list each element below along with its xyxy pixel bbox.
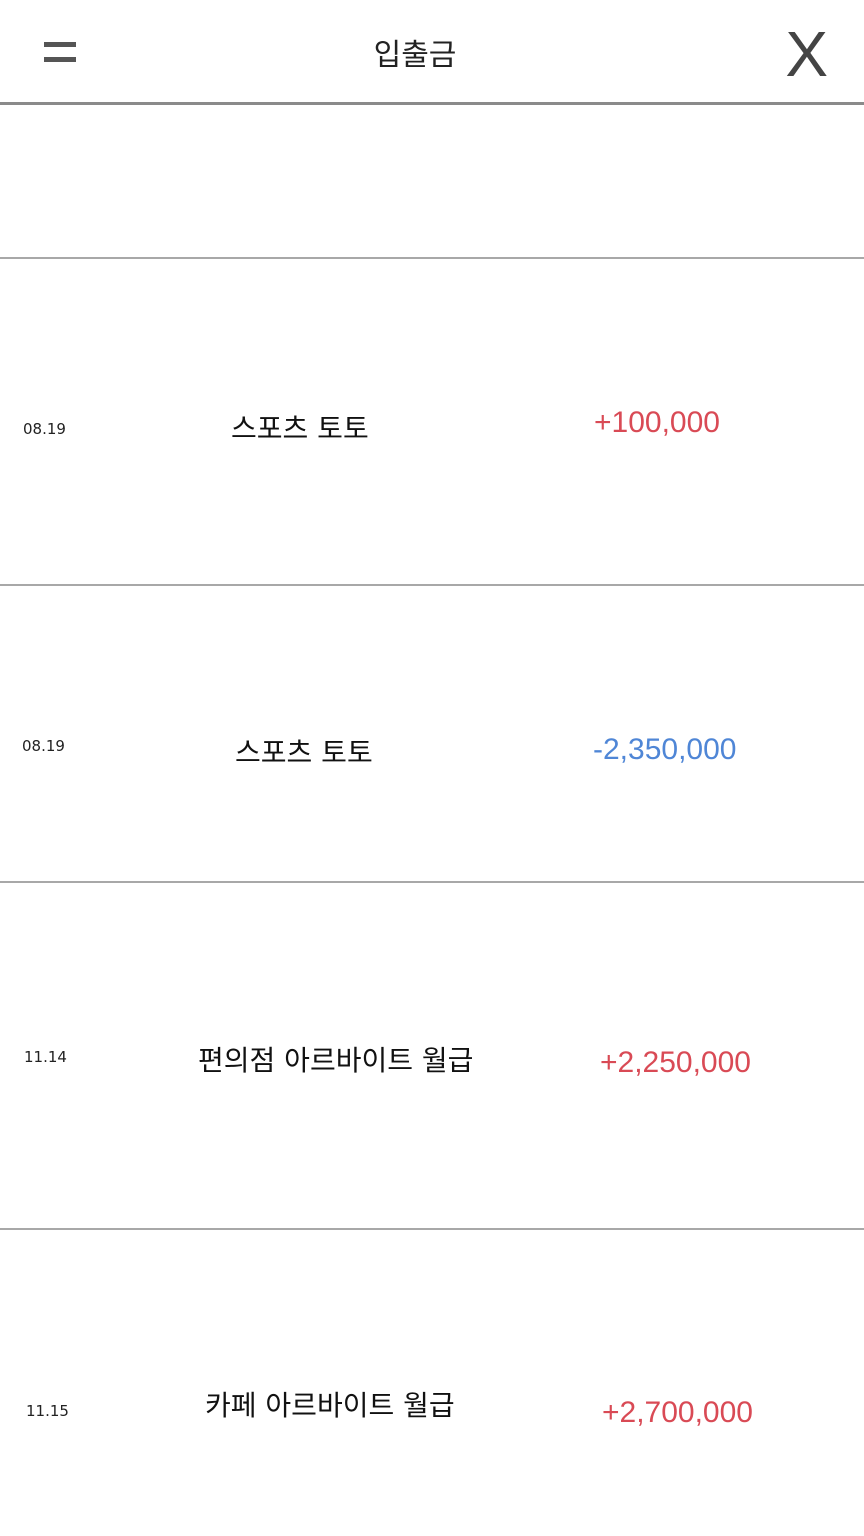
transaction-row[interactable]: 08.19 스포츠 토토 +100,000: [0, 259, 864, 586]
page-title: 입출금: [373, 38, 457, 73]
close-button[interactable]: X: [785, 22, 828, 86]
transaction-row[interactable]: 11.14 편의점 아르바이트 월급 +2,250,000: [0, 883, 864, 1230]
transaction-amount: +100,000: [594, 406, 720, 439]
transaction-amount: -2,350,000: [593, 733, 737, 766]
transaction-date: 11.15: [26, 1402, 69, 1420]
empty-row: [0, 105, 864, 259]
transaction-description: 스포츠 토토: [231, 412, 369, 445]
transaction-row[interactable]: 08.19 스포츠 토토 -2,350,000: [0, 586, 864, 883]
transaction-date: 08.19: [22, 737, 65, 755]
transaction-row[interactable]: 11.15 카페 아르바이트 월급 +2,700,000: [0, 1230, 864, 1536]
transaction-amount: +2,250,000: [600, 1046, 751, 1079]
transaction-description: 카페 아르바이트 월급: [205, 1389, 455, 1422]
transaction-description: 편의점 아르바이트 월급: [198, 1044, 474, 1077]
transaction-date: 08.19: [23, 420, 66, 438]
transaction-date: 11.14: [24, 1048, 67, 1066]
top-app-bar: 입출금 X: [0, 0, 864, 105]
transaction-description: 스포츠 토토: [235, 736, 373, 769]
transaction-amount: +2,700,000: [602, 1396, 753, 1429]
